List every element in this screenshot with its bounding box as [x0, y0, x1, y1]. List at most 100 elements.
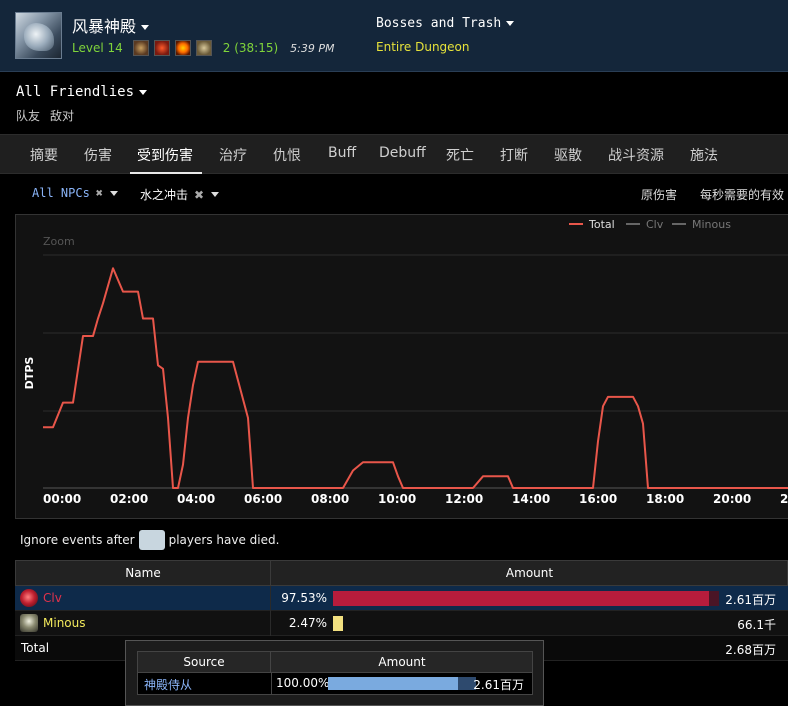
chevron-down-icon [506, 21, 515, 26]
tab-threat[interactable]: 仇恨 [273, 145, 301, 165]
x-tick-label: 20:00 [713, 492, 751, 506]
table-row[interactable]: Clv 97.53% 2.61百万 [15, 586, 788, 611]
pet-minous-icon [20, 614, 38, 632]
tab-summary[interactable]: 摘要 [30, 145, 58, 165]
total-label: Total [21, 641, 50, 655]
active-tab-underline [130, 172, 202, 174]
encounter-label: Bosses and Trash [376, 16, 502, 31]
legend-entry-2: Minous [692, 218, 731, 231]
legend-entry-0: Total [588, 218, 615, 231]
encounter-dropdown[interactable]: Bosses and Trash [376, 16, 515, 31]
character-avatar[interactable] [15, 12, 62, 59]
name-column-header[interactable]: Name [16, 561, 271, 585]
npc-filter[interactable]: All NPCs ✖ [32, 186, 119, 200]
ignore-events-row: Ignore events after players have died. [20, 530, 279, 550]
tooltip-amount: 2.61百万 [473, 678, 524, 692]
y-axis-label: DTPS [23, 357, 36, 390]
tab-dispels[interactable]: 驱散 [554, 145, 582, 165]
view-tabs: 摘要 伤害 受到伤害 治疗 仇恨 Buff Debuff 死亡 打断 驱散 战斗… [0, 134, 788, 174]
tooltip-source-header: Source [138, 652, 271, 672]
row-name[interactable]: Clv [43, 591, 62, 605]
tab-damage-done[interactable]: 伤害 [84, 145, 112, 165]
x-tick-label: 12:00 [445, 492, 483, 506]
dtps-chart[interactable]: Zoom DTPS 00:00 02:00 04:00 06:00 08:00 10:00 12… [15, 214, 788, 519]
table-row[interactable]: Minous 2.47% 66.1千 [15, 611, 788, 636]
close-icon[interactable]: ✖ [96, 186, 103, 200]
chevron-down-icon[interactable] [110, 190, 119, 196]
table-header: Name Amount [15, 560, 788, 586]
dtps-chart-svg[interactable]: Zoom DTPS 00:00 02:00 04:00 06:00 08:00 10:00 12… [16, 215, 788, 520]
x-tick-label: 00:00 [43, 492, 81, 506]
side-toggle: 队友 敌对 [16, 107, 74, 124]
series-line-total [43, 267, 788, 489]
row-amount: 66.1千 [737, 618, 776, 632]
x-tick-label: 18:00 [646, 492, 684, 506]
tab-interrupts[interactable]: 打断 [500, 145, 528, 165]
character-name-dropdown[interactable]: 风暴神殿 [72, 13, 150, 37]
row-percent: 97.53% [281, 591, 327, 605]
ignore-text-after: players have died. [168, 533, 280, 547]
zoom-label: Zoom [43, 235, 75, 248]
tooltip-bar-fill [328, 677, 459, 690]
x-tick-label: 06:00 [244, 492, 282, 506]
death-count-input[interactable] [138, 530, 165, 550]
x-tick-label: 16:00 [579, 492, 617, 506]
amount-column-header[interactable]: Amount [272, 561, 787, 585]
zone-label: Entire Dungeon [376, 40, 470, 54]
ignore-text-before: Ignore events after [20, 533, 135, 547]
x-tick-label: 10:00 [378, 492, 416, 506]
chevron-down-icon [139, 89, 148, 95]
row-name[interactable]: Minous [43, 616, 86, 630]
character-info-row: Level 14 2 (38:15) 5:39 PM [72, 40, 335, 56]
avatar-portrait [24, 23, 54, 51]
tab-damage-taken[interactable]: 受到伤害 [137, 145, 193, 165]
amount-bar-fill [333, 616, 343, 631]
friendlies-dropdown[interactable]: All Friendlies [16, 84, 148, 100]
character-name: 风暴神殿 [72, 17, 137, 36]
ability-filter[interactable]: 水之冲击 ✖ [140, 186, 220, 203]
ability-filter-label: 水之冲击 [140, 188, 189, 202]
pet-clv-icon [20, 589, 38, 607]
per-second-toggle[interactable]: 每秒需要的有效 [700, 186, 784, 203]
amount-bar-track [333, 616, 719, 631]
chevron-down-icon[interactable] [211, 192, 220, 197]
tooltip-source-name: 神殿侍从 [144, 678, 193, 692]
tab-healing[interactable]: 治疗 [219, 145, 247, 165]
x-tick-label: 02:00 [110, 492, 148, 506]
x-tick-label: 14:00 [512, 492, 550, 506]
x-tick-label: 08:00 [311, 492, 349, 506]
amount-bar-fill [333, 591, 710, 606]
tab-debuffs[interactable]: Debuff [379, 145, 426, 161]
tooltip-percent: 100.00% [276, 676, 330, 690]
tooltip-amount-header: Amount [378, 655, 426, 669]
keystone-info: 2 (38:15) [222, 41, 279, 55]
row-percent: 2.47% [288, 616, 327, 630]
hostile-toggle[interactable]: 敌对 [50, 107, 74, 124]
tooltip-row: 神殿侍从 100.00% 2.61百万 [137, 673, 533, 695]
raw-damage-toggle[interactable]: 原伤害 [641, 186, 677, 203]
time-label: 5:39 PM [290, 41, 335, 55]
x-tick-label: 22:00 [780, 492, 788, 506]
x-tick-label: 04:00 [177, 492, 215, 506]
affix-icon-3[interactable] [174, 40, 191, 56]
affix-icon-1[interactable] [132, 40, 149, 56]
tooltip-bar-track [328, 677, 476, 690]
header-bar: 风暴神殿 Level 14 2 (38:15) 5:39 PM Bosses a… [0, 0, 788, 72]
friendly-toggle[interactable]: 队友 [16, 107, 40, 124]
row-amount: 2.61百万 [725, 593, 776, 607]
total-amount: 2.68百万 [725, 643, 776, 657]
source-tooltip: Source Amount 神殿侍从 100.00% 2.61百万 [125, 640, 544, 706]
close-icon[interactable]: ✖ [194, 188, 204, 202]
tab-deaths[interactable]: 死亡 [446, 145, 474, 165]
friendlies-label: All Friendlies [16, 84, 135, 100]
legend-entry-1: Clv [646, 218, 664, 231]
column-divider [271, 673, 272, 694]
tab-casts[interactable]: 施法 [690, 145, 718, 165]
tab-buffs[interactable]: Buff [328, 145, 356, 161]
amount-bar-track [333, 591, 719, 606]
affix-icon-4[interactable] [195, 40, 212, 56]
npc-filter-label: All NPCs [32, 186, 90, 200]
level-label: Level 14 [72, 41, 123, 55]
tab-resources[interactable]: 战斗资源 [608, 145, 664, 165]
affix-icon-2[interactable] [153, 40, 170, 56]
